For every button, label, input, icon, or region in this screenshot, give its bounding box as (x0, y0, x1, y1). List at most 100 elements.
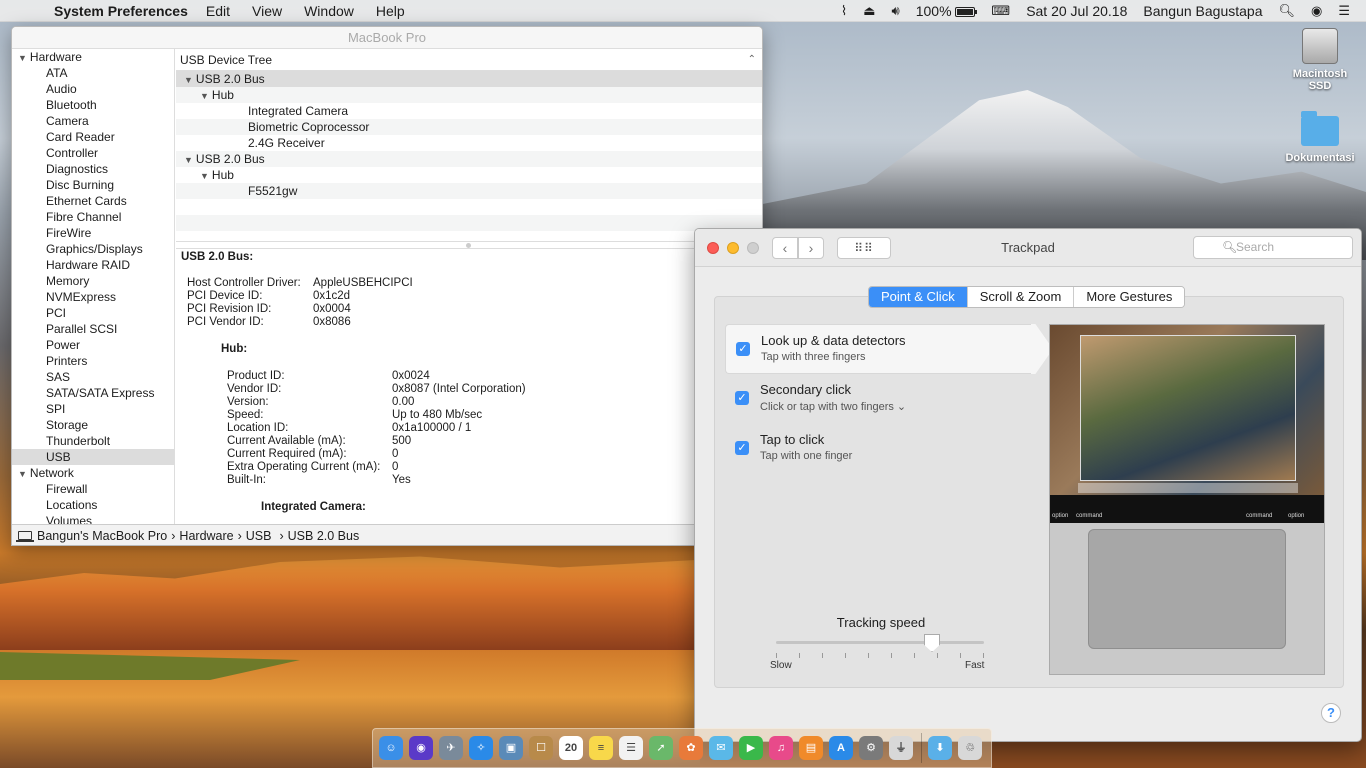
battery-status[interactable]: 100% (916, 3, 978, 19)
secondary-click-checkbox[interactable]: ✓ (735, 391, 749, 405)
help-button[interactable]: ? (1321, 703, 1341, 723)
sidebar-item-bluetooth[interactable]: Bluetooth (12, 97, 174, 113)
activity-monitor-icon[interactable]: ⌇ (841, 3, 847, 19)
sort-ascending-icon[interactable]: ⌃ (748, 49, 756, 71)
downloads-folder-icon[interactable]: ⬇ (928, 736, 952, 760)
notification-center-icon[interactable]: ☰ (1338, 3, 1350, 19)
back-button[interactable]: ‹ (772, 237, 798, 259)
preview-icon[interactable]: ▣ (499, 736, 523, 760)
sidebar-group-hardware[interactable]: ▼ Hardware (12, 49, 174, 65)
tree-row[interactable]: ▼ Hub (176, 167, 762, 183)
option-secondary-click[interactable]: ✓ Secondary click Click or tap with two … (725, 374, 1031, 424)
menu-view[interactable]: View (252, 3, 282, 19)
split-divider[interactable] (176, 241, 762, 249)
sidebar-item-volumes[interactable]: Volumes (12, 513, 174, 524)
input-menu-icon[interactable]: ⌨ (991, 3, 1010, 19)
path-usb[interactable]: USB (246, 525, 272, 546)
sidebar-item-thunderbolt[interactable]: Thunderbolt (12, 433, 174, 449)
path-usb-bus[interactable]: USB 2.0 Bus (288, 525, 360, 546)
reminders-icon[interactable]: ☰ (619, 736, 643, 760)
trash-icon[interactable]: ♲ (958, 736, 982, 760)
photos-icon[interactable]: ✿ (679, 736, 703, 760)
sidebar-item-printers[interactable]: Printers (12, 353, 174, 369)
facetime-icon[interactable]: ▶ (739, 736, 763, 760)
tab-scroll-zoom[interactable]: Scroll & Zoom (967, 287, 1075, 307)
sidebar-item-camera[interactable]: Camera (12, 113, 174, 129)
itunes-icon[interactable]: ♫ (769, 736, 793, 760)
desktop-item-dokumentasi[interactable]: Dokumentasi (1280, 111, 1360, 164)
sidebar-item-memory[interactable]: Memory (12, 273, 174, 289)
siri-icon[interactable]: ◉ (409, 736, 433, 760)
user-menu[interactable]: Bangun Bagustapa (1143, 3, 1262, 19)
sidebar-item-ata[interactable]: ATA (12, 65, 174, 81)
sidebar-item-disc-burning[interactable]: Disc Burning (12, 177, 174, 193)
tree-row[interactable]: F5521gw (176, 183, 762, 199)
eject-icon[interactable]: ⏏ (863, 3, 875, 19)
sidebar-item-spi[interactable]: SPI (12, 401, 174, 417)
system-preferences-icon[interactable]: ⚙ (859, 736, 883, 760)
option-look-up[interactable]: ✓ Look up & data detectors Tap with thre… (725, 324, 1031, 374)
siri-icon[interactable]: ◉ (1311, 3, 1322, 19)
path-hardware[interactable]: Hardware (179, 525, 233, 546)
desktop-item-macintosh-ssd[interactable]: Macintosh SSD (1280, 28, 1360, 92)
tree-header[interactable]: USB Device Tree ⌃ (176, 49, 762, 71)
menu-edit[interactable]: Edit (206, 3, 230, 19)
path-computer[interactable]: Bangun's MacBook Pro (37, 525, 167, 546)
close-button[interactable] (707, 242, 719, 254)
safari-icon[interactable]: ✧ (469, 736, 493, 760)
disclosure-triangle-icon[interactable]: ▼ (200, 171, 209, 181)
maps-icon[interactable]: ➚ (649, 736, 673, 760)
tree-row[interactable]: ▼ USB 2.0 Bus (176, 71, 762, 87)
calendar-icon[interactable]: 20 (559, 736, 583, 760)
sidebar-item-nvmexpress[interactable]: NVMExpress (12, 289, 174, 305)
tree-row[interactable]: 2.4G Receiver (176, 135, 762, 151)
sidebar-item-sas[interactable]: SAS (12, 369, 174, 385)
finder-icon[interactable]: ☺ (379, 736, 403, 760)
sidebar-item-controller[interactable]: Controller (12, 145, 174, 161)
disclosure-triangle-icon[interactable]: ▼ (18, 53, 27, 63)
contacts-icon[interactable]: ☐ (529, 736, 553, 760)
sidebar-item-fibre-channel[interactable]: Fibre Channel (12, 209, 174, 225)
option-tap-to-click[interactable]: ✓ Tap to click Tap with one finger (725, 424, 1031, 474)
sidebar-item-usb[interactable]: USB (12, 449, 174, 465)
sidebar-item-sata-sata-express[interactable]: SATA/SATA Express (12, 385, 174, 401)
show-all-button[interactable]: ⠿⠿ (837, 237, 891, 259)
sidebar-group-network[interactable]: ▼ Network (12, 465, 174, 481)
sidebar-item-locations[interactable]: Locations (12, 497, 174, 513)
secondary-click-dropdown[interactable]: Click or tap with two fingers ⌄ (760, 400, 906, 413)
sidebar-item-power[interactable]: Power (12, 337, 174, 353)
volume-icon[interactable]: 🔊︎ (892, 3, 900, 19)
minimize-button[interactable] (727, 242, 739, 254)
sidebar-item-audio[interactable]: Audio (12, 81, 174, 97)
tree-row[interactable]: ▼ USB 2.0 Bus (176, 151, 762, 167)
tree-row[interactable]: ▼ Hub (176, 87, 762, 103)
sidebar-item-pci[interactable]: PCI (12, 305, 174, 321)
sidebar-item-diagnostics[interactable]: Diagnostics (12, 161, 174, 177)
sidebar-item-parallel-scsi[interactable]: Parallel SCSI (12, 321, 174, 337)
forward-button[interactable]: › (798, 237, 824, 259)
sidebar-item-graphics-displays[interactable]: Graphics/Displays (12, 241, 174, 257)
zoom-button[interactable] (747, 242, 759, 254)
menu-help[interactable]: Help (376, 3, 405, 19)
menu-window[interactable]: Window (304, 3, 354, 19)
tree-row[interactable]: Biometric Coprocessor (176, 119, 762, 135)
app-menu[interactable]: System Preferences (54, 3, 188, 19)
sidebar-item-firewire[interactable]: FireWire (12, 225, 174, 241)
launchpad-icon[interactable]: ✈ (439, 736, 463, 760)
messages-icon[interactable]: ✉ (709, 736, 733, 760)
notes-icon[interactable]: ≡ (589, 736, 613, 760)
ibooks-icon[interactable]: ▤ (799, 736, 823, 760)
spotlight-search-icon[interactable]: 🔍︎ (1278, 3, 1295, 19)
tree-row[interactable] (176, 199, 762, 215)
tab-more-gestures[interactable]: More Gestures (1074, 287, 1185, 307)
tab-point-click[interactable]: Point & Click (869, 287, 968, 307)
sidebar-item-card-reader[interactable]: Card Reader (12, 129, 174, 145)
disclosure-triangle-icon[interactable]: ▼ (18, 469, 27, 479)
usb-utility-icon[interactable]: ⏚ (889, 736, 913, 760)
disclosure-triangle-icon[interactable]: ▼ (184, 75, 193, 85)
slider-knob[interactable] (924, 634, 940, 652)
tracking-speed-slider[interactable] (776, 634, 984, 652)
tree-row[interactable] (176, 215, 762, 231)
disclosure-triangle-icon[interactable]: ▼ (184, 155, 193, 165)
look-up-checkbox[interactable]: ✓ (736, 342, 750, 356)
